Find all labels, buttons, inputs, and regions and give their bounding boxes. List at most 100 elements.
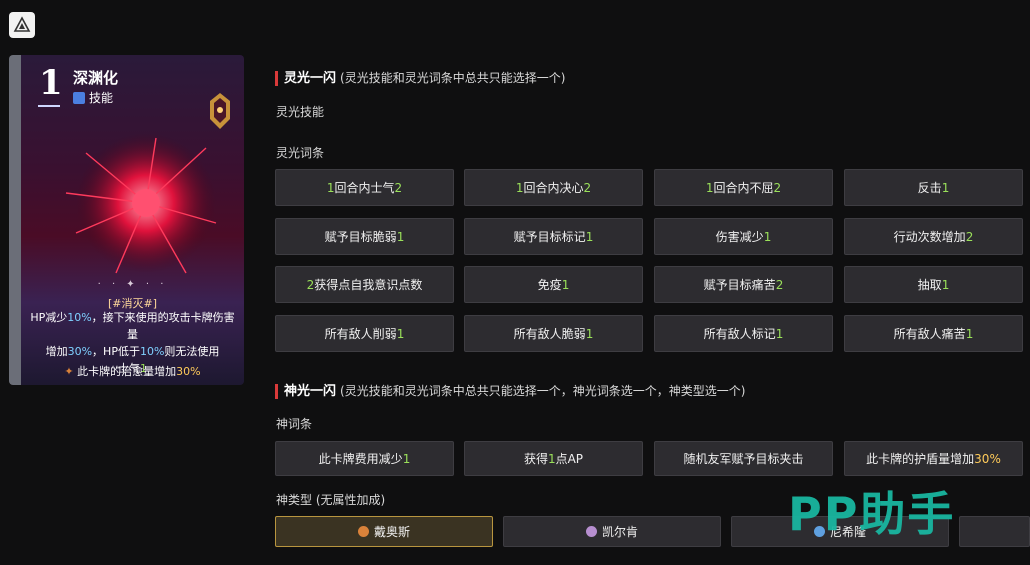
affix-number: 2	[965, 229, 974, 244]
desc-text: 则无法使用	[164, 345, 220, 358]
affix-number: 2	[306, 277, 315, 292]
affix-text: 此卡牌费用减少	[318, 452, 403, 466]
card-name: 深渊化	[73, 69, 119, 87]
affix-number: 1	[402, 451, 411, 466]
flash-skill-label: 灵光技能	[276, 105, 325, 119]
affix-text: 赋予目标标记	[513, 230, 586, 244]
affix-text: 抽取	[917, 278, 942, 292]
watermark: PP助手	[788, 487, 956, 541]
flash-affix-button[interactable]: 赋予目标标记 1	[464, 218, 643, 255]
card-type-label: 技能	[89, 91, 114, 105]
card-cost: 1	[39, 63, 63, 103]
affix-text: 所有敌人标记	[703, 327, 776, 341]
affix-number: 1	[326, 180, 335, 195]
affix-text: 伤害减少	[715, 230, 764, 244]
flash-affix-button[interactable]: 伤害减少 1	[654, 218, 833, 255]
flash-affix-button[interactable]: 反击 1	[844, 169, 1023, 206]
affix-number: 1	[561, 277, 570, 292]
god-affix-button[interactable]: 此卡牌的护盾量增加 30%	[844, 441, 1023, 476]
affix-number: 1	[396, 326, 405, 341]
affix-text: 免疫	[537, 278, 562, 292]
bonus-text: 此卡牌的治愈量增加	[77, 365, 177, 378]
flash-affix-button[interactable]: 1 回合内士气 2	[275, 169, 454, 206]
god-type-button[interactable]	[959, 516, 1030, 547]
desc-value: 10%	[67, 311, 92, 324]
card-artwork	[65, 133, 217, 274]
flash-title: 灵光一闪	[284, 71, 337, 86]
heal-bonus-icon: ✦	[64, 365, 74, 378]
flash-note: (灵光技能和灵光词条中总共只能选择一个)	[340, 71, 566, 85]
god-affix-button[interactable]: 此卡牌费用减少 1	[275, 441, 454, 476]
affix-text: 赋予目标痛苦	[703, 278, 776, 292]
affix-number: 1	[941, 277, 950, 292]
god-type-button[interactable]: 凯尔肯	[503, 516, 721, 547]
affix-number: 30%	[974, 451, 1001, 466]
desc-text: ，接下来使用的攻击卡牌伤害量	[91, 311, 235, 341]
flash-affix-button[interactable]: 赋予目标痛苦 2	[654, 266, 833, 303]
affix-text: 行动次数增加	[893, 230, 966, 244]
god-type-label: 神类型 (无属性加成)	[276, 493, 386, 507]
affix-number: 1	[775, 326, 784, 341]
god-title: 神光一闪	[284, 384, 337, 399]
flash-affix-button[interactable]: 抽取 1	[844, 266, 1023, 303]
skill-card: 1 深渊化 技能 · · ✦ · · [#消灭#] HP减少10%，接下来使用的…	[9, 55, 244, 385]
affix-number: 2	[775, 277, 784, 292]
god-type-label: 凯尔肯	[601, 525, 638, 539]
affix-text: 回合内决心	[523, 181, 584, 195]
god-section-title: 神光一闪 (灵光技能和灵光词条中总共只能选择一个，神光词条选一个，神类型选一个)	[275, 384, 745, 399]
flash-affix-button[interactable]: 赋予目标脆弱 1	[275, 218, 454, 255]
flash-affix-button[interactable]: 行动次数增加 2	[844, 218, 1023, 255]
flash-affix-button[interactable]: 2 获得 点自我意识点数	[275, 266, 454, 303]
god-note: (灵光技能和灵光词条中总共只能选择一个，神光词条选一个，神类型选一个)	[340, 384, 746, 398]
desc-text: ，HP低于	[92, 345, 140, 358]
god-emblem-icon	[357, 526, 369, 537]
affix-number: 1	[941, 180, 950, 195]
affix-number: 1	[585, 326, 594, 341]
affix-number: 1	[763, 229, 772, 244]
desc-value: 10%	[139, 345, 165, 358]
affix-number: 1	[965, 326, 974, 341]
affix-number: 2	[583, 180, 592, 195]
rarity-badge-icon	[210, 93, 230, 129]
affix-number: 1	[547, 451, 556, 466]
affix-text: 所有敌人痛苦	[893, 327, 966, 341]
affix-text: 此卡牌的护盾量增加	[866, 452, 975, 466]
god-affix-button[interactable]: 获得 1 点AP	[464, 441, 643, 476]
affix-number: 1	[585, 229, 594, 244]
affix-text: 点AP	[555, 452, 584, 466]
desc-text: 增加	[45, 345, 68, 358]
affix-text: 所有敌人脆弱	[513, 327, 586, 341]
bonus-value: 30%	[176, 365, 201, 378]
affix-text: 点自我意识点数	[338, 278, 423, 292]
affix-text: 随机友军赋予目标夹击	[683, 452, 804, 466]
affix-text: 回合内士气	[334, 181, 395, 195]
flash-affix-label: 灵光词条	[276, 146, 325, 160]
card-stars: · · ✦ · ·	[97, 279, 168, 290]
god-type-label: 戴奥斯	[373, 525, 410, 539]
affix-text: 所有敌人削弱	[324, 327, 397, 341]
flash-affix-button[interactable]: 1 回合内不屈 2	[654, 169, 833, 206]
flash-affix-button[interactable]: 1 回合内决心 2	[464, 169, 643, 206]
affix-text: 赋予目标脆弱	[324, 230, 397, 244]
god-type-button[interactable]: 戴奥斯	[275, 516, 493, 547]
skill-type-icon	[73, 91, 85, 104]
flash-affix-button[interactable]: 所有敌人标记 1	[654, 315, 833, 352]
app-logo-icon[interactable]	[9, 12, 35, 38]
affix-number: 2	[773, 180, 782, 195]
god-affix-button[interactable]: 随机友军赋予目标夹击	[654, 441, 833, 476]
affix-text: 回合内不屈	[713, 181, 774, 195]
god-affix-label: 神词条	[276, 417, 313, 431]
affix-number: 1	[515, 180, 524, 195]
affix-text: 获得	[523, 452, 548, 466]
flash-affix-button[interactable]: 所有敌人脆弱 1	[464, 315, 643, 352]
card-bonus: ✦ 此卡牌的治愈量增加30%	[21, 363, 244, 379]
flash-affix-button[interactable]: 所有敌人痛苦 1	[844, 315, 1023, 352]
flash-affix-button[interactable]: 免疫 1	[464, 266, 643, 303]
desc-value: 30%	[67, 345, 93, 358]
card-type: 技能	[73, 89, 113, 106]
god-emblem-icon	[585, 526, 597, 537]
flash-affix-button[interactable]: 所有敌人削弱 1	[275, 315, 454, 352]
flash-section-title: 灵光一闪 (灵光技能和灵光词条中总共只能选择一个)	[275, 71, 565, 86]
affix-number: 2	[394, 180, 403, 195]
cost-underline	[38, 105, 60, 107]
